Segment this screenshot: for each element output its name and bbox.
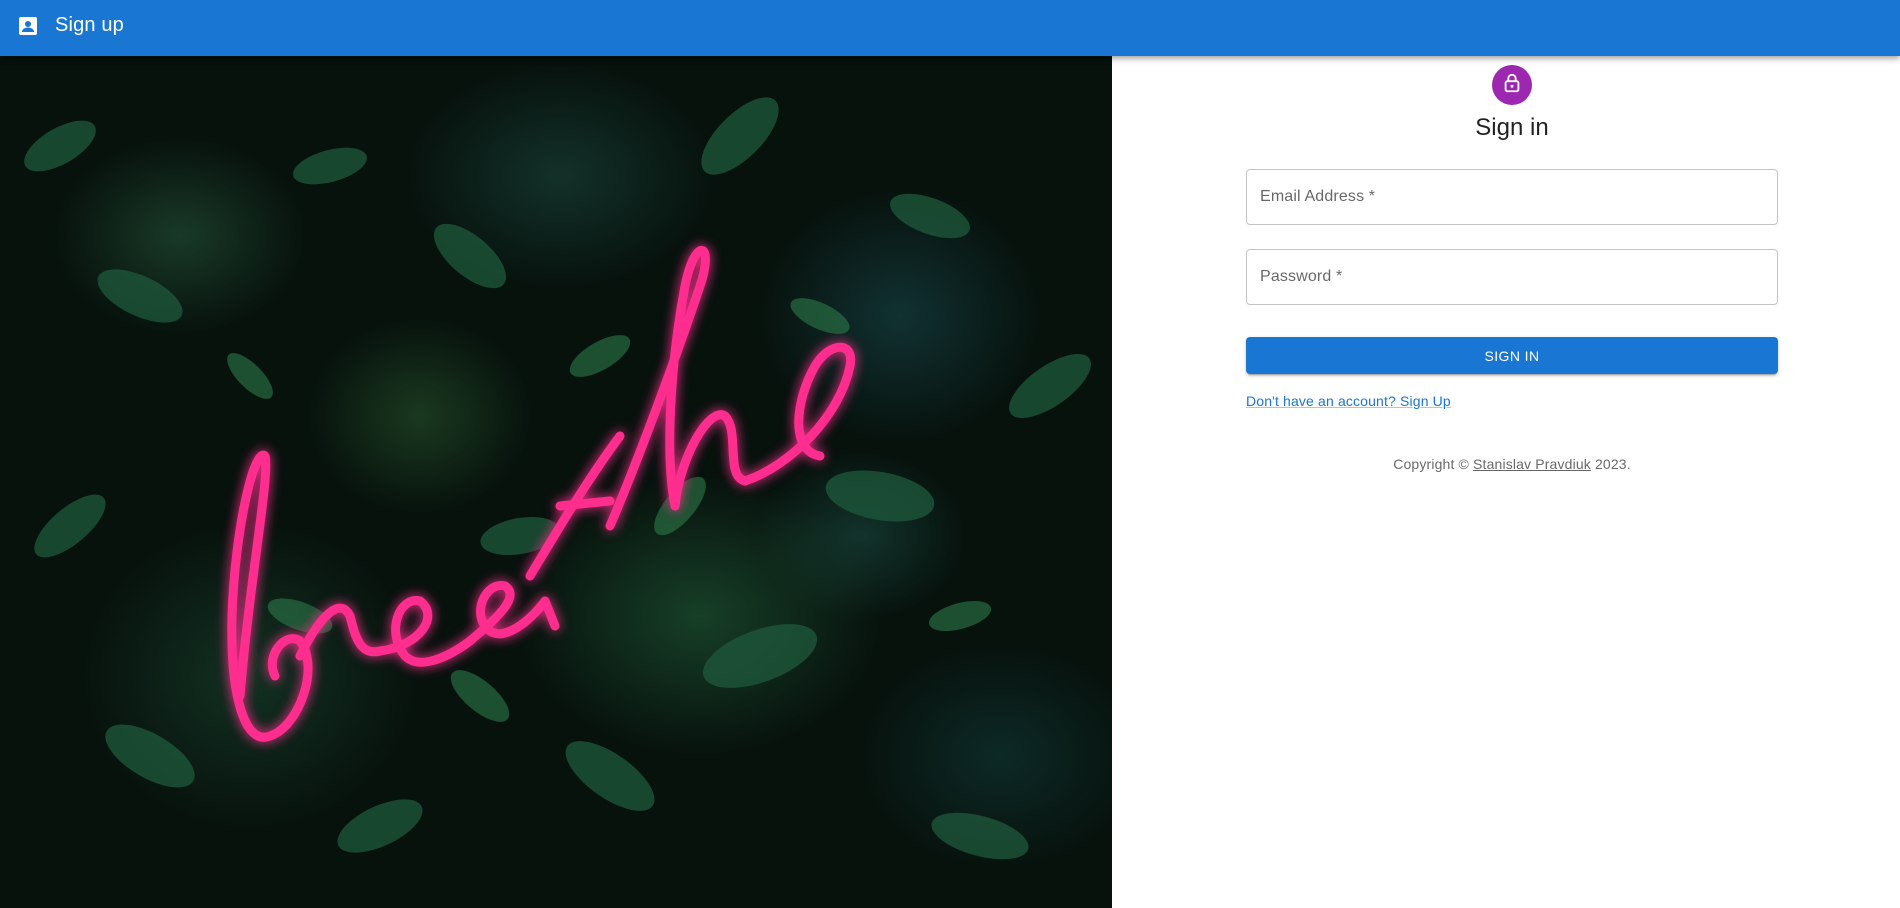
copyright-prefix: Copyright © [1393, 456, 1469, 472]
hero-image [0, 56, 1112, 908]
author-link[interactable]: Stanislav Pravdiuk [1473, 456, 1591, 472]
copyright: Copyright © Stanislav Pravdiuk 2023. [1246, 454, 1778, 474]
account-box-icon [16, 14, 40, 38]
sign-up-link[interactable]: Don't have an account? Sign Up [1246, 391, 1451, 411]
avatar [1492, 65, 1532, 105]
lock-icon [1501, 72, 1523, 99]
email-input[interactable] [1247, 170, 1777, 224]
email-field[interactable]: Email Address * [1246, 169, 1778, 225]
password-input[interactable] [1247, 250, 1777, 304]
password-field[interactable]: Password * [1246, 249, 1778, 305]
app-bar: Sign up [0, 0, 1900, 56]
neon-foliage-illustration [24, 97, 1091, 860]
copyright-year: 2023. [1594, 456, 1631, 472]
app-title: Sign up [55, 14, 124, 36]
sign-in-button[interactable]: Sign In [1246, 337, 1778, 374]
page-title: Sign in [1475, 114, 1549, 141]
